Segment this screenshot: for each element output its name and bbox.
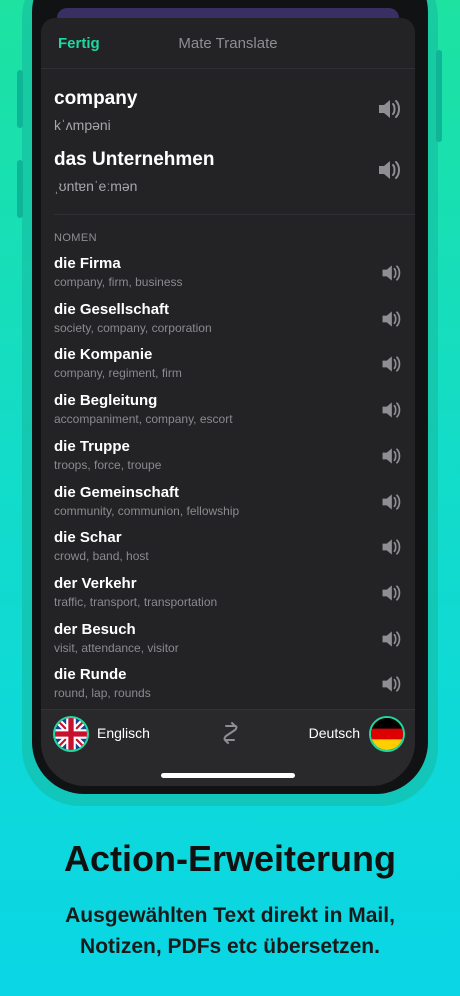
translation-entry: das Unternehmen ˌʊntɐnˈeːmən <box>54 149 214 194</box>
promo-subline-2: Notizen, PDFs etc übersetzen. <box>80 935 380 958</box>
list-item[interactable]: der Besuch visit, attendance, visitor <box>54 621 402 663</box>
source-entry: company kˈʌmpəni <box>54 88 137 133</box>
entry-word: die Truppe <box>54 437 130 455</box>
entry-synonyms: visit, attendance, visitor <box>54 640 179 655</box>
list-item[interactable]: der Verkehr traffic, transport, transport… <box>54 575 402 617</box>
entry-synonyms: community, communion, fellowship <box>54 503 240 518</box>
swap-icon[interactable] <box>219 722 241 744</box>
speaker-icon[interactable] <box>376 157 402 183</box>
entry-word: die Begleitung <box>54 392 158 410</box>
language-bar: Englisch Deutsch <box>41 709 415 786</box>
entry-synonyms: traffic, transport, transportation <box>54 594 218 609</box>
list-item[interactable]: die Gesellschaft society, company, corpor… <box>54 301 402 343</box>
section-label-noun: NOMEN <box>54 232 97 244</box>
entry-synonyms: crowd, band, host <box>54 549 149 564</box>
list-item[interactable]: die Firma company, firm, business <box>54 255 402 297</box>
translation-word: das Unternehmen <box>54 149 215 170</box>
entry-word: die Firma <box>54 255 121 272</box>
nav-title: Mate Translate <box>178 35 278 52</box>
speaker-icon[interactable] <box>376 96 402 122</box>
entry-synonyms: accompaniment, company, escort <box>54 412 233 427</box>
list-item[interactable]: die Runde round, lap, rounds <box>54 666 402 708</box>
list-item[interactable]: die Gemeinschaft community, communion, fe… <box>54 484 402 526</box>
translation-sheet: Fertig Mate Translate company kˈʌmpəni d… <box>41 18 415 786</box>
entry-synonyms: troops, force, troupe <box>54 457 162 472</box>
entry-synonyms: round, lap, rounds <box>54 686 151 701</box>
entry-word: die Gemeinschaft <box>54 483 180 501</box>
speaker-icon[interactable] <box>380 628 402 650</box>
list-item[interactable]: die Schar crowd, band, host <box>54 529 402 571</box>
germany-flag-icon[interactable] <box>369 716 405 752</box>
list-item[interactable]: die Begleitung accompaniment, company, es… <box>54 392 402 434</box>
entry-word: die Runde <box>54 666 127 684</box>
speaker-icon[interactable] <box>380 582 402 604</box>
promo-subline: Ausgewählten Text direkt in Mail, Notize… <box>0 900 460 962</box>
target-language[interactable]: Deutsch <box>309 725 360 741</box>
entry-synonyms: society, company, corporation <box>54 320 212 335</box>
promo-subline-1: Ausgewählten Text direkt in Mail, <box>65 904 395 927</box>
side-button-right <box>436 50 442 142</box>
source-phonetic: kˈʌmpəni <box>54 117 111 133</box>
speaker-icon[interactable] <box>380 353 402 375</box>
uk-flag-icon[interactable] <box>53 716 89 752</box>
divider <box>54 214 415 215</box>
entry-word: der Besuch <box>54 620 136 638</box>
entry-word: die Gesellschaft <box>54 300 170 318</box>
speaker-icon[interactable] <box>380 262 402 284</box>
entry-word: der Verkehr <box>54 574 137 592</box>
list-item[interactable]: die Truppe troops, force, troupe <box>54 438 402 480</box>
speaker-icon[interactable] <box>380 536 402 558</box>
home-indicator[interactable] <box>161 773 295 778</box>
source-word: company <box>54 88 138 109</box>
source-language[interactable]: Englisch <box>97 725 150 741</box>
speaker-icon[interactable] <box>380 399 402 421</box>
speaker-icon[interactable] <box>380 673 402 695</box>
speaker-icon[interactable] <box>380 308 402 330</box>
entry-synonyms: company, firm, business <box>54 275 183 289</box>
entry-synonyms: company, regiment, firm <box>54 366 182 381</box>
side-button-left-2 <box>17 160 23 218</box>
promo-headline: Action-Erweiterung <box>63 838 396 879</box>
nav-bar: Fertig Mate Translate <box>41 18 415 69</box>
list-item[interactable]: die Kompanie company, regiment, firm <box>54 346 402 388</box>
translation-phonetic: ˌʊntɐnˈeːmən <box>54 178 138 194</box>
speaker-icon[interactable] <box>380 491 402 513</box>
entry-word: die Schar <box>54 529 122 547</box>
speaker-icon[interactable] <box>380 445 402 467</box>
side-button-left-1 <box>17 70 23 128</box>
entry-word: die Kompanie <box>54 346 153 364</box>
